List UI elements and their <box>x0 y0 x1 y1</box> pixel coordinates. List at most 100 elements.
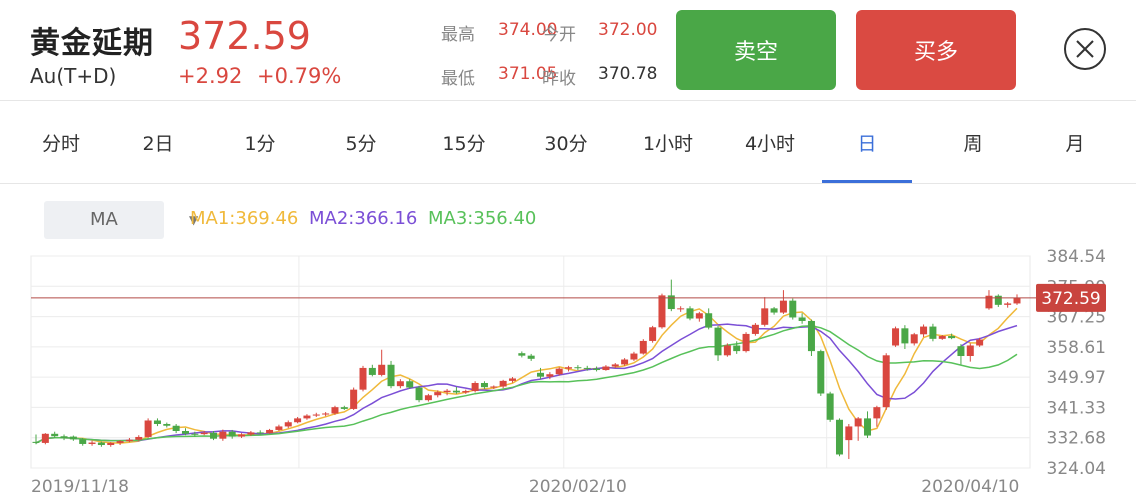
candle-body <box>639 340 647 354</box>
candle-body <box>41 433 49 443</box>
candle-body <box>181 430 189 434</box>
candle-body <box>256 432 264 434</box>
candle-body <box>471 382 479 392</box>
candle-body <box>508 378 516 381</box>
candle-body <box>845 426 853 441</box>
candle-body <box>424 395 432 401</box>
tab-day[interactable]: 日 <box>822 101 912 183</box>
buy-long-button[interactable]: 买多 <box>856 10 1016 90</box>
candle-body <box>630 353 638 360</box>
prev-close-label: 昨收 <box>542 69 576 89</box>
candle-body <box>60 436 68 439</box>
close-icon[interactable] <box>1063 27 1107 71</box>
candle-body <box>284 422 292 427</box>
y-tick-label: 341.33 <box>1047 398 1106 418</box>
candle-body <box>723 345 731 356</box>
tab-5-min[interactable]: 5分 <box>311 101 411 183</box>
prev-close-value: 370.78 <box>598 64 658 84</box>
candle-body <box>294 418 302 423</box>
x-tick-label: 2020/04/10 <box>921 477 1019 492</box>
tab-2-day[interactable]: 2日 <box>108 101 208 183</box>
candle-body <box>462 391 470 393</box>
candle-body <box>901 328 909 344</box>
candle-body <box>51 433 59 437</box>
tab-intraday[interactable]: 分时 <box>11 101 111 183</box>
y-tick-label: 358.61 <box>1047 338 1106 358</box>
candle-body <box>116 441 124 443</box>
candle-body <box>798 317 806 321</box>
candle-body <box>107 442 115 446</box>
candle-body <box>882 355 890 408</box>
candle-body <box>1004 303 1012 305</box>
candle-body <box>714 327 722 356</box>
candlestick-chart[interactable]: 384.54375.90367.25358.61349.97341.33332.… <box>0 240 1136 492</box>
sell-short-button[interactable]: 卖空 <box>676 10 836 90</box>
candle-body <box>480 382 488 388</box>
y-tick-label: 384.54 <box>1047 247 1106 267</box>
candle-body <box>527 355 535 359</box>
candle-body <box>938 336 946 339</box>
period-tabs: 分时 2日 1分 5分 15分 30分 1小时 4小时 日 周 月 <box>0 101 1136 184</box>
tab-1-min[interactable]: 1分 <box>210 101 310 183</box>
candle-body <box>191 433 199 435</box>
candle-body <box>565 367 573 369</box>
last-price: 372.59 <box>178 14 311 58</box>
y-tick-label: 349.97 <box>1047 368 1106 388</box>
tab-15-min[interactable]: 15分 <box>414 101 514 183</box>
candle-body <box>125 439 133 442</box>
tab-1-hour[interactable]: 1小时 <box>618 101 718 183</box>
candle-body <box>452 390 460 393</box>
tab-30-min[interactable]: 30分 <box>516 101 616 183</box>
candle-body <box>499 380 507 387</box>
ma3-legend: MA3:356.40 <box>428 208 537 229</box>
candle-body <box>79 439 87 444</box>
candle-body <box>658 295 666 328</box>
candle-body <box>826 393 834 420</box>
instrument-name: 黄金延期 <box>30 26 154 61</box>
candle-body <box>742 333 750 352</box>
candle-body <box>69 436 77 440</box>
candle-body <box>751 324 759 334</box>
change-value: +2.92 <box>178 64 243 88</box>
candle-body <box>443 390 451 393</box>
candle-body <box>593 368 601 371</box>
ma2-legend: MA2:366.16 <box>309 208 418 229</box>
candle-body <box>322 413 330 415</box>
open-label: 今开 <box>542 25 576 45</box>
change-percent: +0.79% <box>257 64 342 88</box>
candle-body <box>144 420 152 437</box>
candle-body <box>892 328 900 346</box>
candle-body <box>920 326 928 335</box>
candle-body <box>807 320 815 352</box>
candle-body <box>994 295 1002 305</box>
price-change: +2.92 +0.79% <box>178 64 341 88</box>
x-tick-label: 2020/02/10 <box>529 477 627 492</box>
y-tick-label: 332.68 <box>1047 429 1106 449</box>
candle-body <box>518 353 526 356</box>
tab-week[interactable]: 周 <box>923 101 1023 183</box>
indicator-dropdown[interactable]: MA ▼ <box>44 201 198 239</box>
candle-body <box>387 364 395 387</box>
ma1-legend: MA1:369.46 <box>190 208 299 229</box>
tab-month[interactable]: 月 <box>1025 101 1125 183</box>
quote-header: 黄金延期 Au(T+D) 372.59 +2.92 +0.79% 最高 374.… <box>0 0 1136 101</box>
tab-4-hour[interactable]: 4小时 <box>720 101 820 183</box>
candle-body <box>976 339 984 346</box>
candle-body <box>172 425 180 431</box>
candle-body <box>873 407 881 419</box>
candle-body <box>574 367 582 369</box>
last-price-label: 372.59 <box>1041 289 1100 309</box>
open-value: 372.00 <box>598 20 658 40</box>
candle-body <box>695 313 703 319</box>
candle-body <box>331 407 339 414</box>
candle-body <box>406 381 414 388</box>
candle-body <box>621 359 629 365</box>
candle-body <box>359 367 367 390</box>
candle-body <box>200 432 208 435</box>
candle-body <box>957 346 965 357</box>
candle-body <box>761 308 769 325</box>
candle-body <box>247 432 255 435</box>
candle-body <box>368 367 376 375</box>
candle-body <box>210 432 218 439</box>
candle-body <box>602 366 610 371</box>
